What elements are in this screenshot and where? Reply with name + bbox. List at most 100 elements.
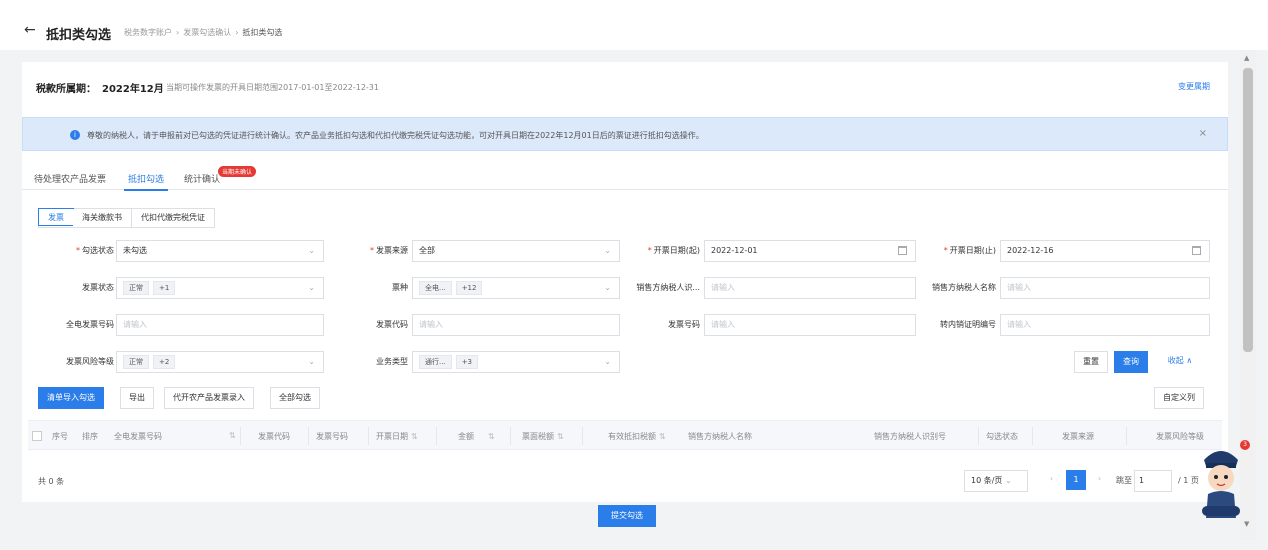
breadcrumb-separator: › [235,28,239,37]
subtab-withholding[interactable]: 代扣代缴完税凭证 [132,209,214,227]
chevron-down-icon: ⌄ [308,283,315,292]
column-divider [308,427,309,445]
check-all-button[interactable]: 全部勾选 [270,387,320,409]
table-header: 序号 排序 全电发票号码 ⇅ 发票代码 发票号码 开票日期 ⇅ 金额 ⇅ 票面税额 ⇅… [28,420,1222,450]
invoice-code-input[interactable]: 请输入 [412,314,620,336]
chevron-down-icon: ⌄ [308,246,315,255]
more-tag: +2 [153,354,176,369]
chevron-down-icon: ⌄ [1004,476,1012,485]
agri-entry-button[interactable]: 代开农产品发票录入 [164,387,254,409]
collapse-button[interactable]: 收起 ∧ [1158,351,1202,373]
date-start-picker[interactable]: 2022-12-01 [704,240,916,262]
change-period-link[interactable]: 变更属期 [1178,81,1210,92]
column-header: 发票代码 [258,432,290,441]
invoice-type-select[interactable]: 全电... +12 ⌄ [412,277,620,299]
biz-type-label: 业务类型 [376,357,408,366]
sort-icon: ⇅ [557,432,564,441]
invoice-status-label: 发票状态 [82,283,114,292]
subtab-group: 发票 海关缴款书 代扣代缴完税凭证 [38,208,215,228]
tab-stat-confirm[interactable]: 统计确认 [184,172,220,185]
seller-tax-id-input[interactable]: 请输入 [704,277,916,299]
column-divider [510,427,511,445]
tab-bar: 待处理农产品发票 抵扣勾选 统计确认 当期未确认 [22,162,1228,191]
date-end-picker[interactable]: 2022-12-16 [1000,240,1210,262]
breadcrumb-item[interactable]: 发票勾选确认 [183,28,231,37]
risk-level-select[interactable]: 正常 +2 ⌄ [116,351,324,373]
goto-label: 跳至 [1116,476,1132,485]
breadcrumb: 税务数字账户 › 发票勾选确认 › 抵扣类勾选 [124,27,282,38]
page-size-select[interactable]: 10 条/页 ⌄ [964,470,1028,492]
invoice-no-input[interactable]: 请输入 [704,314,916,336]
column-header[interactable]: 开票日期 ⇅ [376,431,418,442]
column-header: 销售方纳税人识别号 [874,432,946,441]
column-divider [1032,427,1033,445]
subtab-invoice[interactable]: 发票 [38,208,74,226]
total-count: 共 0 条 [38,477,65,486]
period-label: 税款所属期： [36,84,96,95]
sort-icon: ⇅ [411,432,418,441]
sort-icon[interactable]: ⇅ [226,431,236,440]
tab-active-indicator [124,189,168,191]
prev-page-icon[interactable]: ‹ [1050,474,1053,483]
custom-columns-button[interactable]: 自定义列 [1154,387,1204,409]
info-icon: i [70,130,80,140]
chevron-down-icon: ⌄ [604,246,611,255]
export-button[interactable]: 导出 [120,387,154,409]
query-button[interactable]: 查询 [1114,351,1148,373]
notification-badge: 3 [1240,440,1250,450]
close-icon[interactable]: × [1199,128,1207,139]
invoice-type-label: 票种 [392,283,408,292]
e-invoice-no-label: 全电发票号码 [66,320,114,329]
date-start-label: * 开票日期(起) [647,246,700,255]
selected-tag: 通行... [419,354,452,369]
invoice-source-select[interactable]: 全部 ⌄ [412,240,620,262]
more-tag: +3 [455,354,479,369]
breadcrumb-item[interactable]: 税务数字账户 [124,28,172,37]
select-all-checkbox[interactable] [32,431,42,441]
more-tag: +12 [455,280,483,295]
seller-name-input[interactable]: 请输入 [1000,277,1210,299]
tax-assistant-avatar-icon[interactable]: 3 [1196,440,1250,520]
submit-check-button[interactable]: 提交勾选 [598,505,656,527]
scroll-thumb[interactable] [1243,68,1253,352]
column-header[interactable]: 金额 ⇅ [458,431,495,442]
scroll-up-icon[interactable]: ▲ [1244,54,1249,62]
column-divider [368,427,369,445]
risk-level-label: 发票风险等级 [66,357,114,366]
top-bar: ← 抵扣类勾选 税务数字账户 › 发票勾选确认 › 抵扣类勾选 [0,0,1268,50]
biz-type-select[interactable]: 通行... +3 ⌄ [412,351,620,373]
selected-tag: 正常 [123,354,149,369]
invoice-source-label: * 发票来源 [370,246,408,255]
column-divider [436,427,437,445]
chevron-down-icon: ⌄ [604,283,611,292]
next-page-icon[interactable]: › [1098,474,1101,483]
reset-button[interactable]: 重置 [1074,351,1108,373]
column-divider [978,427,979,445]
page-title: 抵扣类勾选 [46,28,112,43]
sort-icon: ⇅ [659,432,666,441]
e-invoice-no-input[interactable]: 请输入 [116,314,324,336]
page-number-current[interactable]: 1 [1066,470,1086,490]
column-header: 排序 [82,432,98,441]
selected-tag: 正常 [123,280,149,295]
column-header: 勾选状态 [986,432,1018,441]
check-status-label: * 勾选状态 [76,246,114,255]
subtab-customs[interactable]: 海关缴款书 [73,209,132,227]
chevron-down-icon: ⌄ [308,357,315,366]
column-header[interactable]: 全电发票号码 [114,431,162,442]
invoice-status-select[interactable]: 正常 +1 ⌄ [116,277,324,299]
column-header[interactable]: 有效抵扣税额 ⇅ [608,431,666,442]
scroll-down-icon[interactable]: ▼ [1244,520,1249,528]
notice-text: 尊敬的纳税人，请于申报前对已勾选的凭证进行统计确认。农产品业务抵扣勾选和代扣代缴… [87,131,704,140]
tab-deduction-check[interactable]: 抵扣勾选 [128,172,164,185]
import-check-button[interactable]: 清单导入勾选 [38,387,104,409]
column-header[interactable]: 票面税额 ⇅ [522,431,564,442]
notice-banner: i 尊敬的纳税人，请于申报前对已勾选的凭证进行统计确认。农产品业务抵扣勾选和代扣… [22,117,1228,151]
transfer-cert-input[interactable]: 请输入 [1000,314,1210,336]
goto-page-input[interactable]: 1 [1134,470,1172,492]
check-status-select[interactable]: 未勾选 ⌄ [116,240,324,262]
seller-tax-id-label: 销售方纳税人识... [636,283,700,292]
tab-pending-agri[interactable]: 待处理农产品发票 [34,172,106,185]
arrow-left-icon[interactable]: ← [24,22,36,38]
period-value: 2022年12月 [102,84,164,95]
